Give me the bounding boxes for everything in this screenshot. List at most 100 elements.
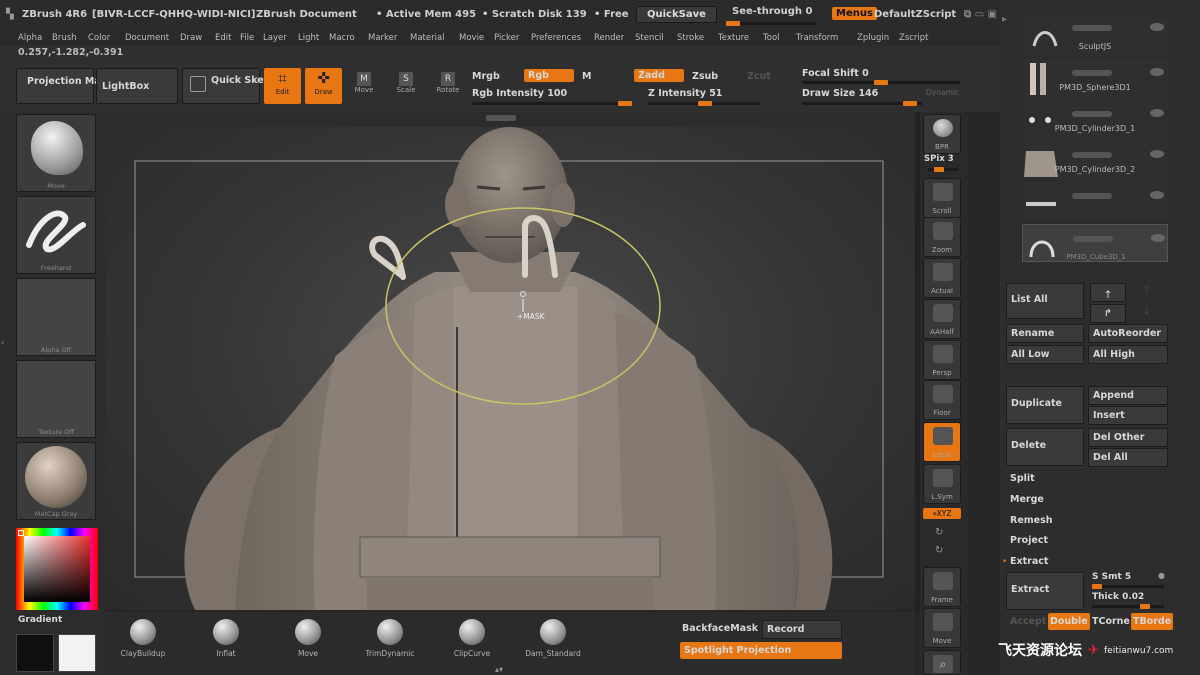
tool-actual-button[interactable]: Actual bbox=[923, 258, 961, 298]
m-button[interactable]: M bbox=[582, 71, 591, 82]
z-intensity-slider[interactable] bbox=[648, 101, 760, 106]
left-tray-handle-icon[interactable]: ◂ bbox=[0, 338, 8, 358]
split-menu[interactable]: Split bbox=[1010, 473, 1035, 484]
list-all-button[interactable]: List All bbox=[1006, 283, 1084, 319]
draw-size-slider[interactable] bbox=[802, 101, 922, 106]
accept-button[interactable]: Accept bbox=[1010, 616, 1046, 627]
rgb-intensity-slider[interactable] bbox=[472, 101, 632, 106]
all-high-button[interactable]: All High bbox=[1088, 345, 1168, 364]
extract-button[interactable]: Extract bbox=[1006, 572, 1084, 610]
tool-bpr-button[interactable]: BPR bbox=[923, 114, 961, 154]
menu-light[interactable]: Light bbox=[298, 33, 319, 43]
menu-document[interactable]: Document bbox=[125, 33, 169, 43]
rename-button[interactable]: Rename bbox=[1006, 324, 1084, 343]
subtool-item[interactable]: PM3D_Cylinder3D_2 bbox=[1022, 165, 1168, 220]
quicksave-button[interactable]: QuickSave bbox=[636, 6, 717, 23]
alpha-tile[interactable]: Alpha Off bbox=[16, 278, 96, 356]
rotate-z-icon[interactable]: ↻ bbox=[935, 545, 943, 556]
menu-movie[interactable]: Movie bbox=[459, 33, 484, 43]
menu-macro[interactable]: Macro bbox=[329, 33, 355, 43]
brush-claybuildup[interactable]: ClayBuildup bbox=[108, 619, 178, 674]
texture-tile[interactable]: Texture Off bbox=[16, 360, 96, 438]
zsub-button[interactable]: Zsub bbox=[692, 71, 718, 82]
color-picker[interactable] bbox=[16, 528, 98, 610]
del-all-button[interactable]: Del All bbox=[1088, 448, 1168, 467]
menu-stroke[interactable]: Stroke bbox=[677, 33, 704, 43]
menu-preferences[interactable]: Preferences bbox=[531, 33, 581, 43]
menu-tool[interactable]: Tool bbox=[763, 33, 780, 43]
rotate-y-icon[interactable]: ↻ bbox=[935, 527, 943, 538]
panel-collapse-icon[interactable]: ▸ bbox=[1002, 14, 1008, 26]
tborde-button[interactable]: TBorde bbox=[1131, 613, 1174, 630]
menu-file[interactable]: File bbox=[240, 33, 254, 43]
move-up-button[interactable]: 🡑 bbox=[1090, 283, 1126, 302]
brush-trimdynamic[interactable]: TrimDynamic bbox=[355, 619, 425, 674]
tool-scroll-button[interactable]: Scroll bbox=[923, 178, 961, 218]
subtool-item[interactable]: PM3D_Cube3D_1 bbox=[1022, 224, 1168, 262]
duplicate-button[interactable]: Duplicate bbox=[1006, 386, 1084, 424]
brush-tile[interactable]: Move bbox=[16, 114, 96, 192]
zadd-button[interactable]: Zadd bbox=[634, 69, 684, 82]
menu-alpha[interactable]: Alpha bbox=[18, 33, 42, 43]
subtool-toggle[interactable] bbox=[1072, 111, 1112, 117]
secondary-color-swatch[interactable] bbox=[16, 634, 54, 672]
top-tray-handle-icon[interactable] bbox=[486, 115, 516, 121]
main-color-swatch[interactable] bbox=[58, 634, 96, 672]
extract-menu-header[interactable]: Extract bbox=[1010, 556, 1048, 567]
menu-picker[interactable]: Picker bbox=[494, 33, 519, 43]
z-intensity-label[interactable]: Z Intensity 51 bbox=[648, 88, 722, 99]
subtool-toggle[interactable] bbox=[1073, 236, 1113, 242]
scale-mode-button[interactable]: S Scale bbox=[388, 72, 424, 94]
tool-extra-button[interactable]: ⌕ bbox=[923, 650, 961, 675]
subtool-toggle[interactable] bbox=[1072, 152, 1112, 158]
menu-layer[interactable]: Layer bbox=[263, 33, 287, 43]
brush-inflat[interactable]: Inflat bbox=[191, 619, 261, 674]
rgb-intensity-label[interactable]: Rgb Intensity 100 bbox=[472, 88, 567, 99]
all-low-button[interactable]: All Low bbox=[1006, 345, 1084, 364]
see-through-track[interactable] bbox=[726, 21, 816, 26]
insert-button[interactable]: Insert bbox=[1088, 406, 1168, 425]
subtool-toggle[interactable] bbox=[1072, 193, 1112, 199]
xyz-button[interactable]: »XYZ bbox=[923, 508, 961, 519]
edit-button[interactable]: ⌗ Edit bbox=[264, 68, 301, 104]
del-other-button[interactable]: Del Other bbox=[1088, 428, 1168, 447]
dynamic-button[interactable]: Dynamic bbox=[926, 88, 959, 97]
spix-track[interactable] bbox=[928, 167, 958, 172]
tool-zoom-button[interactable]: Zoom bbox=[923, 217, 961, 257]
lightbox-button[interactable]: LightBox bbox=[96, 68, 178, 104]
eye-icon[interactable] bbox=[1150, 68, 1164, 76]
eye-icon[interactable] bbox=[1150, 109, 1164, 117]
thick-slider[interactable] bbox=[1092, 604, 1164, 609]
menu-brush[interactable]: Brush bbox=[52, 33, 77, 43]
double-button[interactable]: Double bbox=[1048, 613, 1090, 630]
eye-icon[interactable] bbox=[1151, 234, 1165, 242]
append-button[interactable]: Append bbox=[1088, 386, 1168, 405]
tool-move-button[interactable]: Move bbox=[923, 608, 961, 648]
focal-shift-label[interactable]: Focal Shift 0 bbox=[802, 68, 869, 79]
tool-lsym-button[interactable]: L.Sym bbox=[923, 464, 961, 504]
move-down-button[interactable]: ↱ bbox=[1090, 304, 1126, 323]
zcut-button[interactable]: Zcut bbox=[747, 71, 771, 82]
see-through-slider[interactable]: See-through 0 bbox=[732, 6, 812, 17]
mrgb-button[interactable]: Mrgb bbox=[472, 71, 500, 82]
rotate-mode-button[interactable]: R Rotate bbox=[430, 72, 466, 94]
thick-label[interactable]: Thick 0.02 bbox=[1092, 592, 1144, 602]
tool-persp-button[interactable]: Persp bbox=[923, 340, 961, 380]
tool-floor-button[interactable]: Floor bbox=[923, 380, 961, 420]
brush-clipcurve[interactable]: ClipCurve bbox=[437, 619, 507, 674]
eye-icon[interactable] bbox=[1150, 23, 1164, 31]
tcorne-button[interactable]: TCorne bbox=[1092, 616, 1130, 627]
draw-button[interactable]: ✜ Draw bbox=[305, 68, 342, 104]
window-icons[interactable]: ⧉ ▭ ▣ bbox=[964, 9, 997, 20]
record-button[interactable]: Record bbox=[762, 620, 842, 639]
draw-size-label[interactable]: Draw Size 146 bbox=[802, 88, 878, 99]
eye-icon[interactable] bbox=[1150, 150, 1164, 158]
canvas-viewport[interactable]: +MASK bbox=[105, 127, 915, 610]
merge-menu[interactable]: Merge bbox=[1010, 494, 1044, 505]
eye-icon[interactable] bbox=[1150, 191, 1164, 199]
menu-texture[interactable]: Texture bbox=[718, 33, 749, 43]
subtool-toggle[interactable] bbox=[1072, 25, 1112, 31]
menus-button[interactable]: Menus bbox=[832, 7, 877, 20]
spix-slider[interactable]: SPix 3 bbox=[924, 154, 954, 164]
stroke-tile[interactable]: Freehand bbox=[16, 196, 96, 274]
